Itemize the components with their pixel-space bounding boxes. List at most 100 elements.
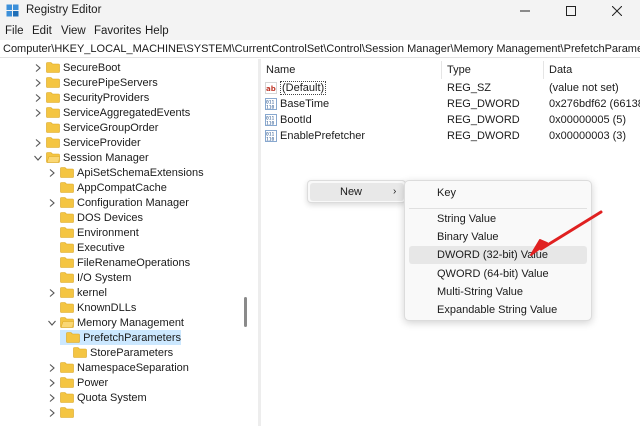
- tree-item-memory-management[interactable]: Memory Management: [47, 315, 184, 330]
- tree-item-label: StoreParameters: [90, 346, 174, 359]
- tree-item-label: Power: [77, 376, 109, 389]
- tree-item-session-manager[interactable]: Session Manager: [33, 150, 149, 165]
- column-header-name[interactable]: Name: [266, 64, 295, 76]
- chevron-right-icon[interactable]: [33, 138, 43, 148]
- tree-item-io-system[interactable]: I/O System: [47, 270, 131, 285]
- folder-icon: [60, 407, 74, 418]
- tree-item-label: KnownDLLs: [77, 301, 137, 314]
- tree-item-label: SecurityProviders: [63, 91, 150, 104]
- column-header-type[interactable]: Type: [447, 64, 471, 76]
- chevron-right-icon[interactable]: [33, 63, 43, 73]
- menu-favorites[interactable]: Favorites: [94, 25, 141, 37]
- chevron-right-icon[interactable]: [47, 408, 57, 418]
- menu-help[interactable]: Help: [145, 25, 169, 37]
- menu-item-label: QWORD (64-bit) Value: [437, 268, 549, 280]
- tree-item-label: Memory Management: [77, 316, 184, 329]
- tree-item-storeparameters[interactable]: StoreParameters: [60, 345, 173, 360]
- tree-item-prefetchparameters[interactable]: PrefetchParameters: [60, 330, 181, 345]
- close-button[interactable]: [594, 0, 640, 22]
- tree-item-serviceprovider[interactable]: ServiceProvider: [33, 135, 141, 150]
- menu-item-label: Expandable String Value: [437, 304, 558, 316]
- chevron-right-icon[interactable]: [33, 108, 43, 118]
- column-divider[interactable]: [441, 61, 442, 79]
- maximize-icon: [566, 6, 576, 16]
- menu-view[interactable]: View: [61, 25, 86, 37]
- folder-icon: [60, 212, 74, 223]
- tree-item-label: Environment: [77, 226, 139, 239]
- menu-item-expandable-string-value[interactable]: Expandable String Value: [409, 301, 587, 319]
- tree-item-servicegrouporder[interactable]: ServiceGroupOrder: [33, 120, 158, 135]
- tree-item-kernel[interactable]: kernel: [47, 285, 107, 300]
- folder-icon: [46, 62, 60, 73]
- tree-item-namespaceseparation[interactable]: NamespaceSeparation: [47, 360, 189, 375]
- menu-edit[interactable]: Edit: [32, 25, 52, 37]
- value-row-default[interactable]: ab (Default) REG_SZ (value not set): [261, 80, 640, 96]
- value-row-bootid[interactable]: 011 110 BootId REG_DWORD 0x00000005 (5): [261, 112, 640, 128]
- minimize-button[interactable]: [502, 0, 548, 22]
- value-name: EnablePrefetcher: [280, 130, 365, 142]
- folder-open-icon: [60, 317, 75, 328]
- menu-item-qword-value[interactable]: QWORD (64-bit) Value: [409, 265, 587, 283]
- tree-item-label: AppCompatCache: [77, 181, 167, 194]
- tree-item-quota-system[interactable]: Quota System: [47, 390, 147, 405]
- tree-item-securityproviders[interactable]: SecurityProviders: [33, 90, 149, 105]
- tree-item-configuration-manager[interactable]: Configuration Manager: [47, 195, 189, 210]
- chevron-right-icon[interactable]: [47, 363, 57, 373]
- menu-item-key[interactable]: Key: [409, 184, 587, 202]
- menu-item-new[interactable]: New ›: [310, 183, 404, 201]
- tree-item-knowndlls[interactable]: KnownDLLs: [47, 300, 136, 315]
- folder-icon: [60, 392, 74, 403]
- svg-text:110: 110: [266, 121, 275, 127]
- maximize-button[interactable]: [548, 0, 594, 22]
- folder-icon: [60, 377, 74, 388]
- folder-icon: [60, 167, 74, 178]
- chevron-right-icon[interactable]: [47, 378, 57, 388]
- chevron-right-icon[interactable]: [47, 198, 57, 208]
- tree-item-securepipeservers[interactable]: SecurePipeServers: [33, 75, 158, 90]
- chevron-right-icon[interactable]: [47, 288, 57, 298]
- address-bar[interactable]: Computer\HKEY_LOCAL_MACHINE\SYSTEM\Curre…: [0, 40, 640, 58]
- chevron-right-icon[interactable]: [47, 168, 57, 178]
- string-value-icon: ab: [265, 82, 277, 94]
- chevron-right-icon[interactable]: [33, 93, 43, 103]
- tree-item-serviceaggregatedevents[interactable]: ServiceAggregatedEvents: [33, 105, 190, 120]
- registry-editor-app-icon: [6, 4, 19, 17]
- tree-item-secureboot[interactable]: SecureBoot: [33, 60, 120, 75]
- menu-item-multi-string-value[interactable]: Multi-String Value: [409, 283, 587, 301]
- menu-item-label: String Value: [437, 213, 497, 225]
- column-header-data[interactable]: Data: [549, 64, 572, 76]
- folder-icon: [46, 77, 60, 88]
- tree-item-appcompatcache[interactable]: AppCompatCache: [47, 180, 167, 195]
- value-row-enableprefetcher[interactable]: 011 110 EnablePrefetcher REG_DWORD 0x0000…: [261, 128, 640, 144]
- key-tree-pane[interactable]: SecureBoot SecurePipeServers SecurityPro…: [0, 59, 258, 426]
- tree-item-apisetschemaextensions[interactable]: ApiSetSchemaExtensions: [47, 165, 204, 180]
- tree-item-label: NamespaceSeparation: [77, 361, 189, 374]
- chevron-right-icon[interactable]: [33, 78, 43, 88]
- tree-item-partial[interactable]: [47, 405, 77, 420]
- tree-item-filerenameoperations[interactable]: FileRenameOperations: [47, 255, 190, 270]
- tree-item-executive[interactable]: Executive: [47, 240, 125, 255]
- tree-item-power[interactable]: Power: [47, 375, 108, 390]
- folder-icon: [73, 347, 87, 358]
- folder-icon: [46, 107, 60, 118]
- menu-file[interactable]: File: [5, 25, 24, 37]
- column-divider[interactable]: [543, 61, 544, 79]
- menu-item-label: Key: [437, 187, 456, 199]
- tree-item-label: Session Manager: [63, 151, 149, 164]
- value-row-basetime[interactable]: 011 110 BaseTime REG_DWORD 0x276bdf62 (66…: [261, 96, 640, 112]
- registry-path[interactable]: Computer\HKEY_LOCAL_MACHINE\SYSTEM\Curre…: [3, 43, 640, 55]
- svg-text:110: 110: [266, 105, 275, 111]
- binary-value-icon: 011 110: [265, 114, 277, 127]
- folder-icon: [46, 92, 60, 103]
- value-name: BaseTime: [280, 98, 330, 110]
- chevron-down-icon[interactable]: [33, 153, 43, 163]
- value-name: (Default): [280, 81, 327, 95]
- menu-bar: File Edit View Favorites Help: [0, 22, 640, 40]
- tree-item-environment[interactable]: Environment: [47, 225, 139, 240]
- tree-item-dos-devices[interactable]: DOS Devices: [47, 210, 143, 225]
- chevron-down-icon[interactable]: [47, 318, 57, 328]
- tree-item-label: PrefetchParameters: [83, 331, 181, 344]
- tree-scrollbar-thumb[interactable]: [244, 297, 247, 327]
- binary-value-icon: 011 110: [265, 130, 277, 143]
- chevron-right-icon[interactable]: [47, 393, 57, 403]
